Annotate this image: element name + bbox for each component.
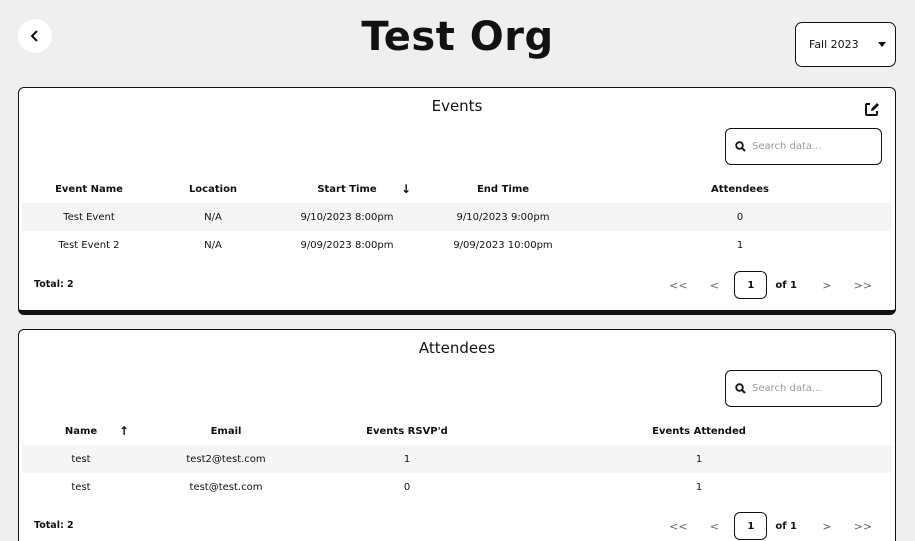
page-count: of 1 bbox=[775, 279, 797, 291]
term-select[interactable]: Fall 2023 bbox=[795, 22, 896, 67]
table-row[interactable]: Test Event 2 N/A 9/09/2023 8:00pm 9/09/2… bbox=[22, 231, 892, 259]
first-page-button[interactable]: << bbox=[666, 520, 690, 533]
caret-down-icon bbox=[878, 42, 886, 47]
attendees-card: Attendees Name ↑ Email Events RSVP'd Eve… bbox=[18, 329, 896, 541]
prev-page-button[interactable]: < bbox=[702, 520, 726, 533]
name-cell: test bbox=[71, 453, 91, 465]
attendees-cell: 1 bbox=[736, 239, 744, 251]
col-events-attended[interactable]: Events Attended bbox=[652, 426, 746, 437]
rsvp-cell: 1 bbox=[403, 453, 411, 465]
events-total: Total: 2 bbox=[34, 279, 74, 290]
edit-icon[interactable] bbox=[864, 101, 880, 117]
events-card: Events Event Name Location Start Time ↓ … bbox=[18, 87, 896, 315]
event-name-cell: Test Event 2 bbox=[58, 239, 120, 251]
events-table-header: Event Name Location Start Time ↓ End Tim… bbox=[22, 175, 892, 203]
prev-page-button[interactable]: < bbox=[702, 279, 726, 292]
attendees-title: Attendees bbox=[418, 339, 496, 357]
rsvp-cell: 0 bbox=[403, 481, 411, 493]
start-time-cell: 9/09/2023 8:00pm bbox=[300, 239, 394, 251]
table-row[interactable]: test test@test.com 0 1 bbox=[22, 473, 892, 501]
next-page-button[interactable]: > bbox=[815, 279, 839, 292]
attendees-search[interactable] bbox=[725, 370, 882, 407]
events-pagination: << < 1 of 1 > >> bbox=[666, 271, 875, 299]
email-cell: test@test.com bbox=[189, 481, 263, 493]
name-cell: test bbox=[71, 481, 91, 493]
attendees-search-input[interactable] bbox=[752, 383, 867, 394]
end-time-cell: 9/09/2023 10:00pm bbox=[453, 239, 553, 251]
attended-cell: 1 bbox=[695, 453, 703, 465]
col-name[interactable]: Name bbox=[65, 426, 97, 437]
table-row[interactable]: test test2@test.com 1 1 bbox=[22, 445, 892, 473]
email-cell: test2@test.com bbox=[186, 453, 266, 465]
col-attendees[interactable]: Attendees bbox=[711, 184, 769, 195]
start-time-cell: 9/10/2023 8:00pm bbox=[300, 211, 394, 223]
page-title: Test Org bbox=[361, 14, 554, 60]
next-page-button[interactable]: > bbox=[815, 520, 839, 533]
table-row[interactable]: Test Event N/A 9/10/2023 8:00pm 9/10/202… bbox=[22, 203, 892, 231]
page-number[interactable]: 1 bbox=[734, 512, 768, 540]
arrow-up-icon: ↑ bbox=[118, 424, 130, 438]
events-search[interactable] bbox=[725, 128, 882, 165]
last-page-button[interactable]: >> bbox=[851, 279, 875, 292]
attendees-pagination: << < 1 of 1 > >> bbox=[666, 512, 875, 540]
col-location[interactable]: Location bbox=[189, 184, 237, 195]
col-event-name[interactable]: Event Name bbox=[55, 184, 123, 195]
page-count: of 1 bbox=[775, 520, 797, 532]
search-icon bbox=[735, 383, 746, 394]
col-start-time[interactable]: Start Time bbox=[317, 184, 376, 195]
first-page-button[interactable]: << bbox=[666, 279, 690, 292]
col-events-rsvpd[interactable]: Events RSVP'd bbox=[366, 426, 448, 437]
end-time-cell: 9/10/2023 9:00pm bbox=[456, 211, 550, 223]
events-title: Events bbox=[431, 97, 483, 115]
last-page-button[interactable]: >> bbox=[851, 520, 875, 533]
col-email[interactable]: Email bbox=[211, 426, 242, 437]
col-end-time[interactable]: End Time bbox=[477, 184, 529, 195]
attendees-table-header: Name ↑ Email Events RSVP'd Events Attend… bbox=[22, 417, 892, 445]
attendees-total: Total: 2 bbox=[34, 520, 74, 531]
arrow-down-icon: ↓ bbox=[400, 182, 412, 196]
location-cell: N/A bbox=[204, 211, 222, 223]
attended-cell: 1 bbox=[695, 481, 703, 493]
attendees-cell: 0 bbox=[736, 211, 744, 223]
search-icon bbox=[735, 141, 746, 152]
events-search-input[interactable] bbox=[752, 141, 867, 152]
term-select-value: Fall 2023 bbox=[809, 38, 859, 51]
location-cell: N/A bbox=[204, 239, 222, 251]
page-number[interactable]: 1 bbox=[734, 271, 768, 299]
event-name-cell: Test Event bbox=[63, 211, 115, 223]
